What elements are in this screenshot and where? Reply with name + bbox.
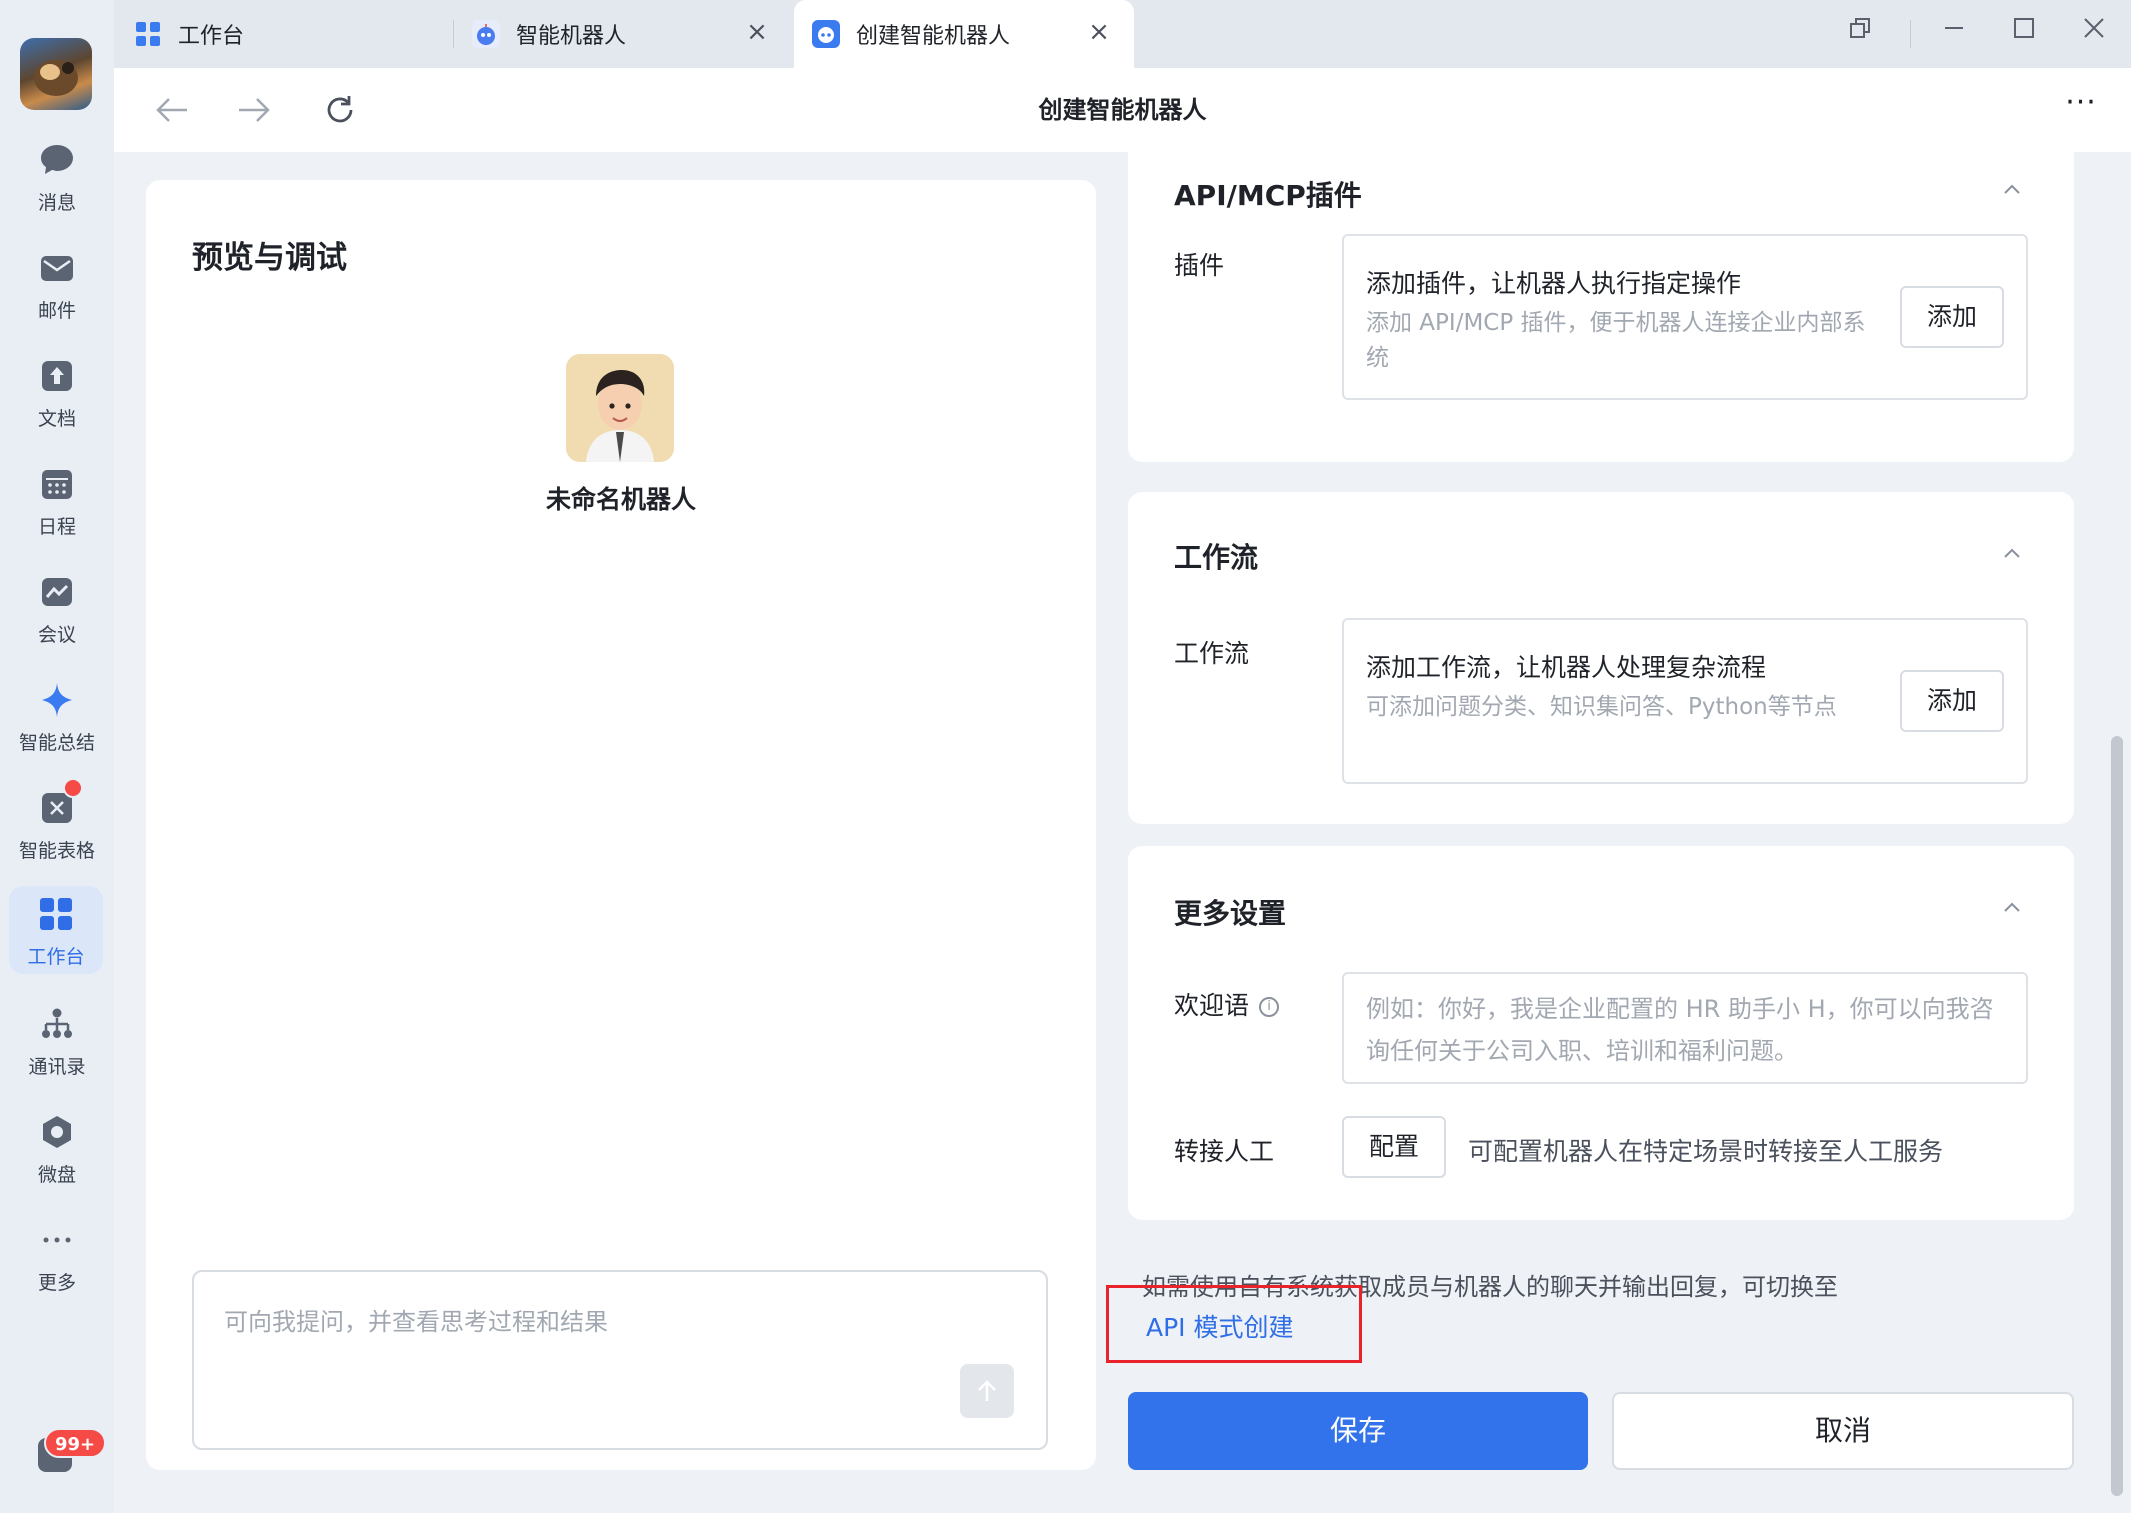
contacts-icon	[37, 1004, 77, 1044]
maximize-icon[interactable]	[2004, 8, 2044, 48]
tab-divider	[453, 20, 454, 48]
sidebar: 消息 邮件 文档 日程 会议 智能总结 智能表格 工作台 通讯录 微盘 更多 9…	[0, 0, 114, 1513]
workflow-row-label: 工作流	[1174, 639, 1250, 668]
tab-label: 工作台	[178, 24, 245, 49]
sidebar-item-docs[interactable]: 文档	[0, 348, 114, 448]
tab-label: 创建智能机器人	[856, 24, 1011, 49]
more-menu-button[interactable]: ···	[2061, 88, 2101, 130]
sidebar-item-mail[interactable]: 邮件	[0, 240, 114, 340]
plugin-heading: 添加插件，让机器人执行指定操作	[1366, 269, 1742, 298]
plugin-add-box: 添加插件，让机器人执行指定操作 添加 API/MCP 插件，便于机器人连接企业内…	[1342, 234, 2028, 400]
sidebar-item-smart-summary[interactable]: 智能总结	[0, 672, 114, 772]
sidebar-item-label: 通讯录	[28, 1056, 86, 1078]
chat-bubble-icon	[37, 140, 77, 180]
more-settings-section: 更多设置 欢迎语 i 例如：你好，我是企业配置的 HR 助手小 H，你可以向我咨询…	[1128, 846, 2074, 1220]
smart-sheet-icon	[37, 778, 83, 828]
more-dots-icon	[37, 1220, 77, 1260]
close-icon[interactable]: ×	[1086, 19, 1112, 46]
plugins-section: API/MCP插件 插件 添加插件，让机器人执行指定操作 添加 API/MCP …	[1128, 142, 2074, 462]
workflow-description: 可添加问题分类、知识集问答、Python等节点	[1366, 694, 1837, 720]
sidebar-item-smart-sheet[interactable]: 智能表格	[0, 778, 114, 880]
plugin-row-label: 插件	[1174, 251, 1225, 280]
restore-window-icon[interactable]	[1840, 8, 1880, 48]
sidebar-item-label: 消息	[37, 192, 76, 214]
preview-panel: 预览与调试 未命名机器人 可向我提问，并查看思考过程和结果	[146, 180, 1096, 1470]
chevron-up-icon[interactable]	[2000, 542, 2024, 566]
meeting-icon	[37, 572, 77, 612]
robot-icon	[812, 20, 840, 48]
sidebar-item-label: 邮件	[37, 300, 76, 322]
bot-avatar[interactable]	[566, 354, 674, 462]
chat-input-placeholder[interactable]: 可向我提问，并查看思考过程和结果	[224, 1302, 608, 1337]
welcome-label: 欢迎语 i	[1174, 986, 1280, 1022]
workflow-add-box: 添加工作流，让机器人处理复杂流程 可添加问题分类、知识集问答、Python等节点…	[1342, 618, 2028, 784]
info-icon[interactable]: i	[1259, 997, 1280, 1017]
sidebar-item-label: 智能总结	[18, 732, 95, 754]
tab-create-smart-robot[interactable]: 创建智能机器人 ×	[794, 0, 1134, 68]
drive-icon	[37, 1112, 77, 1152]
sidebar-item-label: 智能表格	[18, 840, 95, 862]
transfer-label: 转接人工	[1174, 1137, 1275, 1166]
send-button[interactable]	[960, 1364, 1014, 1418]
sidebar-item-label: 微盘	[37, 1164, 76, 1186]
tab-bar: 工作台 智能机器人 × 创建智能机器人 ×	[114, 0, 2131, 68]
workflow-section: 工作流 工作流 添加工作流，让机器人处理复杂流程 可添加问题分类、知识集问答、P…	[1128, 492, 2074, 824]
highlight-box	[1106, 1285, 1362, 1363]
scrollbar[interactable]	[2111, 736, 2123, 1496]
sidebar-item-label: 工作台	[27, 946, 85, 968]
cancel-button[interactable]: 取消	[1612, 1392, 2074, 1470]
sidebar-item-calendar[interactable]: 日程	[0, 456, 114, 556]
chat-input-box[interactable]: 可向我提问，并查看思考过程和结果	[192, 1270, 1048, 1450]
bot-name: 未命名机器人	[545, 485, 696, 514]
welcome-message-field[interactable]: 例如：你好，我是企业配置的 HR 助手小 H，你可以向我咨询任何关于公司入职、培…	[1342, 972, 2028, 1084]
arrow-up-icon	[978, 1380, 996, 1401]
sidebar-item-label: 文档	[37, 408, 76, 430]
robot-icon	[472, 20, 500, 48]
sidebar-item-more[interactable]: 更多	[0, 1212, 114, 1312]
page-title: 创建智能机器人	[1038, 96, 1207, 124]
notification-center-button[interactable]: 99+	[38, 1428, 107, 1472]
navigation-bar: 创建智能机器人 ···	[114, 68, 2131, 152]
chevron-up-icon[interactable]	[2000, 896, 2024, 920]
workbench-icon	[36, 894, 76, 934]
sidebar-item-drive[interactable]: 微盘	[0, 1104, 114, 1204]
calendar-icon	[37, 464, 77, 504]
add-workflow-button[interactable]: 添加	[1900, 670, 2004, 732]
sidebar-item-label: 更多	[37, 1272, 76, 1294]
welcome-label-text: 欢迎语	[1174, 991, 1250, 1020]
tab-label: 智能机器人	[516, 24, 627, 49]
tab-workbench[interactable]: 工作台	[134, 0, 454, 68]
sparkle-icon	[37, 680, 77, 720]
minimize-icon[interactable]	[1934, 8, 1974, 48]
section-title: 工作流	[1174, 541, 1259, 574]
window-close-icon[interactable]	[2074, 8, 2114, 48]
plugin-description: 添加 API/MCP 插件，便于机器人连接企业内部系统	[1366, 310, 1866, 371]
sidebar-item-workbench[interactable]: 工作台	[9, 886, 103, 974]
user-avatar[interactable]	[20, 38, 92, 110]
unread-badge: 99+	[44, 1428, 107, 1458]
section-title: API/MCP插件	[1174, 179, 1362, 212]
workbench-icon	[134, 20, 162, 48]
workflow-heading: 添加工作流，让机器人处理复杂流程	[1366, 653, 1767, 682]
section-title: 更多设置	[1174, 897, 1287, 930]
sidebar-item-meeting[interactable]: 会议	[0, 564, 114, 664]
save-button[interactable]: 保存	[1128, 1392, 1588, 1470]
mail-icon	[37, 248, 77, 288]
chevron-up-icon[interactable]	[2000, 178, 2024, 202]
sidebar-item-label: 会议	[37, 624, 76, 646]
sidebar-item-label: 日程	[37, 516, 76, 538]
preview-title: 预览与调试	[192, 240, 347, 276]
docs-icon	[37, 356, 77, 396]
notification-dot	[63, 778, 83, 798]
add-plugin-button[interactable]: 添加	[1900, 286, 2004, 348]
close-icon[interactable]: ×	[744, 19, 770, 46]
transfer-description: 可配置机器人在特定场景时转接至人工服务	[1468, 1137, 1944, 1166]
tab-smart-robot[interactable]: 智能机器人 ×	[472, 0, 792, 68]
welcome-placeholder: 例如：你好，我是企业配置的 HR 助手小 H，你可以向我咨询任何关于公司入职、培…	[1366, 995, 1994, 1065]
sidebar-item-messages[interactable]: 消息	[0, 132, 114, 232]
configure-button[interactable]: 配置	[1342, 1116, 1446, 1178]
window-divider	[1910, 20, 1911, 48]
sidebar-item-contacts[interactable]: 通讯录	[0, 996, 114, 1096]
